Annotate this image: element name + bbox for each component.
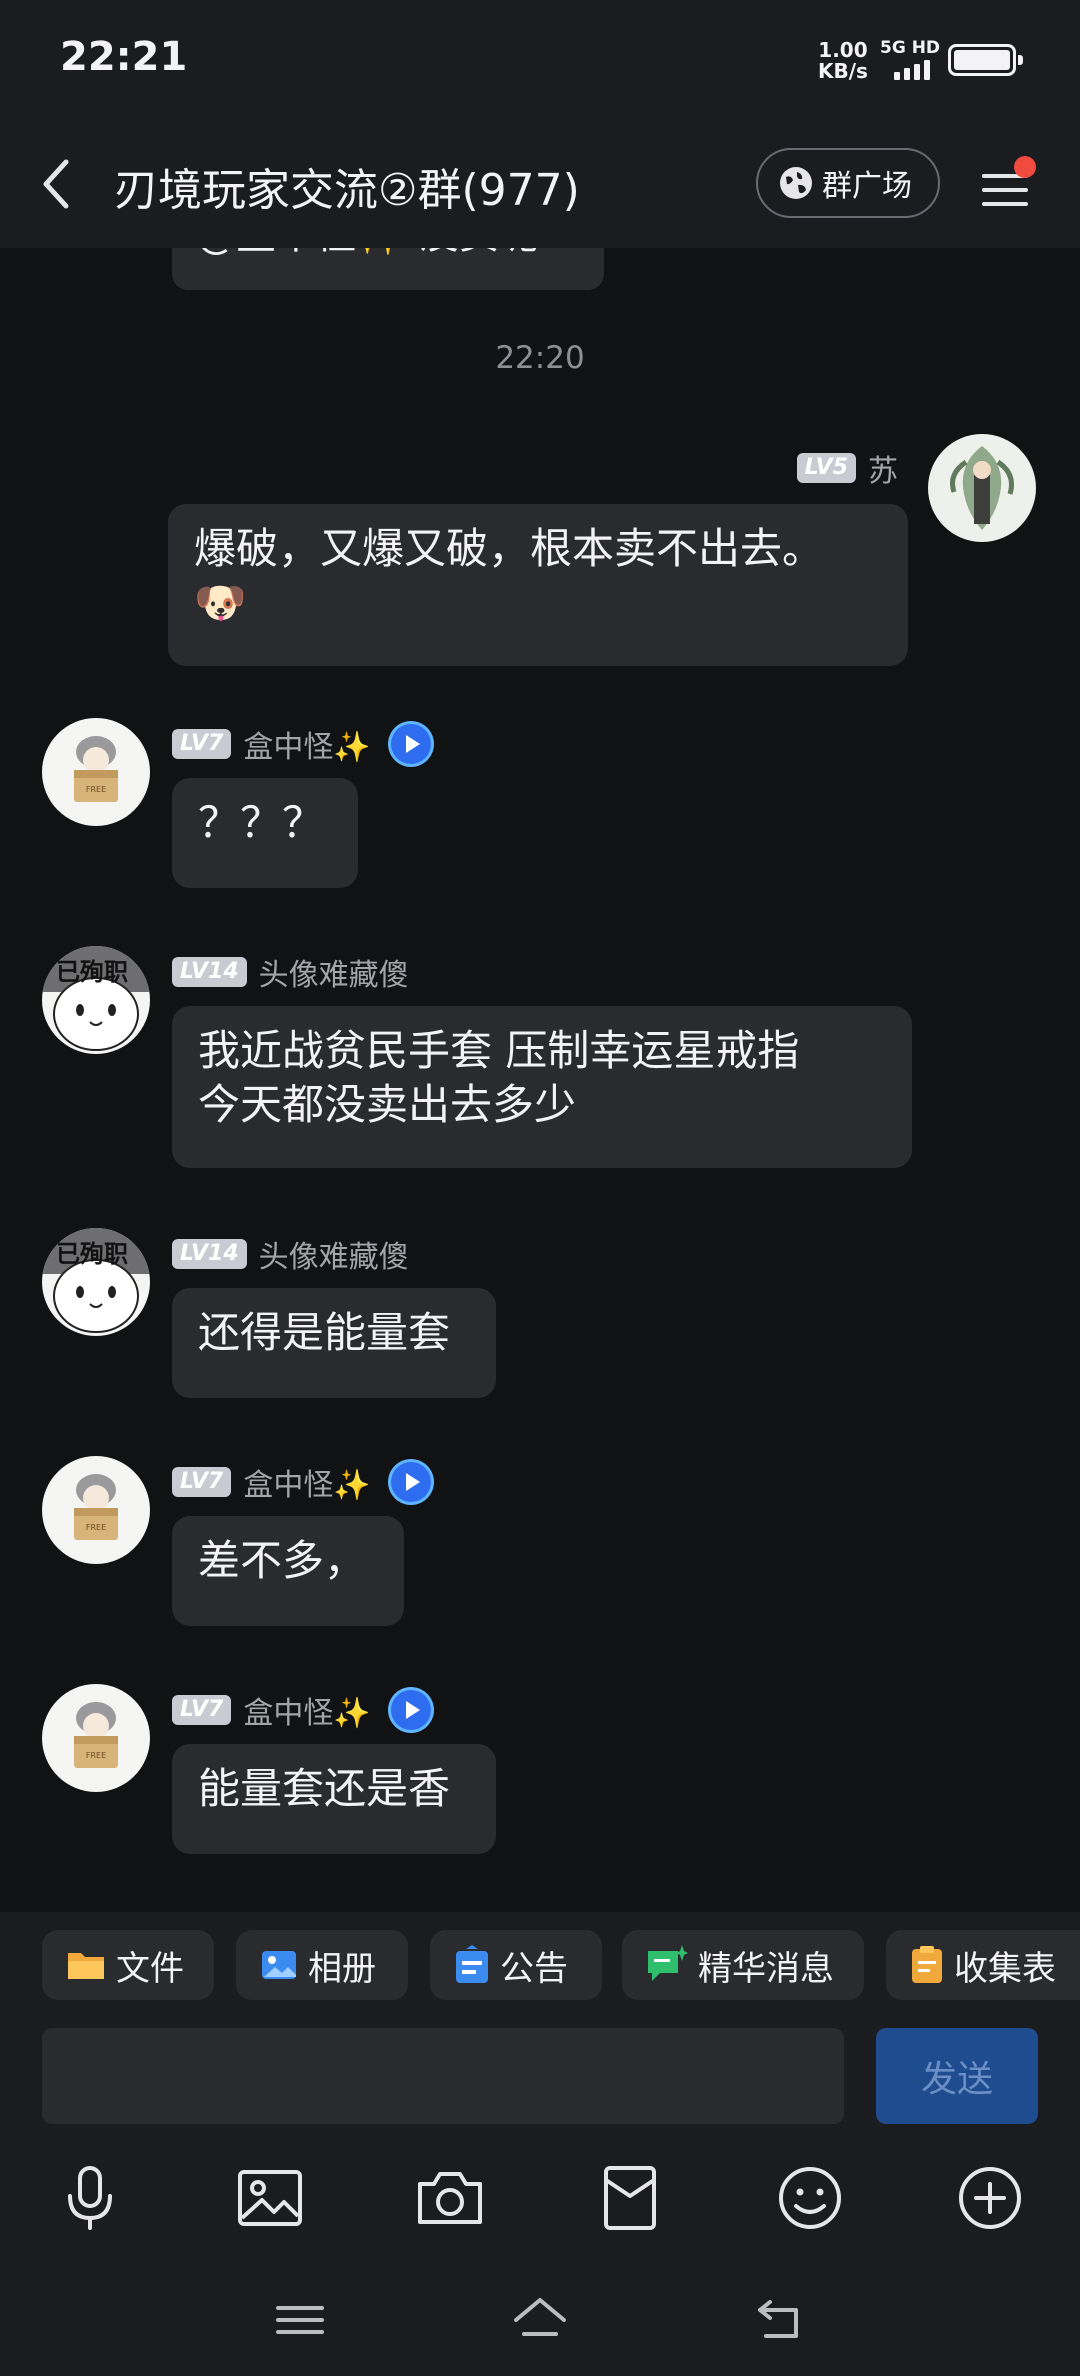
- sender-row: LV7 盒中怪✨: [172, 1462, 431, 1503]
- level-badge: LV7: [172, 1695, 232, 1725]
- message-bubble[interactable]: 还得是能量套: [172, 1288, 496, 1398]
- chip-announcement[interactable]: 公告: [430, 1930, 602, 2000]
- svg-text:FREE: FREE: [86, 1751, 106, 1760]
- system-nav-bar: [0, 2258, 1080, 2376]
- plus-circle-icon[interactable]: [954, 2162, 1026, 2234]
- sender-row: LV14 头像难藏傻: [172, 1236, 409, 1275]
- send-button[interactable]: 发送: [876, 2028, 1038, 2124]
- menu-button[interactable]: [976, 156, 1040, 216]
- signal-icon: 5G HD: [878, 38, 941, 82]
- camera-icon[interactable]: [414, 2162, 486, 2234]
- svg-text:FREE: FREE: [86, 785, 106, 794]
- avatar[interactable]: FREE: [42, 1684, 150, 1792]
- net-speed-unit: KB/s: [818, 59, 868, 83]
- chip-album[interactable]: 相册: [236, 1930, 408, 2000]
- message-bubble[interactable]: ？？？: [172, 778, 358, 888]
- back-nav-icon[interactable]: [752, 2294, 808, 2346]
- message-timestamp: 22:20: [495, 340, 585, 376]
- chip-highlights-label: 精华消息: [698, 1948, 834, 1989]
- album-icon: [262, 1951, 296, 1979]
- quick-action-bar: 文件 相册 公告 精华消息 收集表: [0, 1912, 1080, 2022]
- chip-collection-form-label: 收集表: [954, 1948, 1056, 1989]
- announcement-icon: [456, 1945, 488, 1983]
- battery-icon: [948, 44, 1023, 76]
- avatar-image: FREE: [74, 1474, 118, 1540]
- play-badge-icon[interactable]: [390, 724, 431, 764]
- message-input[interactable]: [42, 2028, 844, 2124]
- sender-name[interactable]: 头像难藏傻: [259, 950, 409, 994]
- svg-text:FREE: FREE: [86, 1523, 106, 1532]
- folder-icon: [68, 1953, 104, 1979]
- recent-apps-icon[interactable]: [272, 2294, 328, 2346]
- chip-album-label: 相册: [308, 1948, 376, 1989]
- home-icon[interactable]: [512, 2294, 568, 2346]
- avatar-caption: 已殉职: [56, 1240, 128, 1268]
- level-badge: LV7: [172, 1467, 232, 1497]
- net-speed-value: 1.00: [818, 38, 868, 62]
- avatar-image: FREE: [74, 736, 118, 802]
- back-icon[interactable]: [36, 154, 80, 214]
- input-tools-row: [0, 2134, 1080, 2258]
- red-packet-icon[interactable]: [594, 2162, 666, 2234]
- avatar-image: FREE: [74, 1702, 118, 1768]
- level-badge: LV14: [172, 957, 247, 987]
- chip-files[interactable]: 文件: [42, 1930, 214, 2000]
- clipboard-icon: [912, 1946, 942, 1983]
- chat-header: 刃境玩家交流②群(977) 群广场: [0, 120, 1080, 248]
- avatar[interactable]: 已殉职: [42, 946, 150, 1054]
- level-badge: LV7: [172, 729, 232, 759]
- sender-row: LV5 苏: [796, 450, 898, 489]
- sender-row: LV7 盒中怪✨: [172, 1690, 431, 1731]
- sender-name[interactable]: 盒中怪✨: [243, 722, 370, 766]
- image-icon[interactable]: [234, 2162, 306, 2234]
- message-bubble[interactable]: 爆破，又爆又破，根本卖不出去。 🐶: [168, 504, 908, 666]
- group-square-label: 群广场: [822, 169, 912, 204]
- partial-message-bubble[interactable]: @盒中怪✨ 没卖呢: [172, 248, 604, 290]
- network-label: 5G HD: [880, 38, 941, 58]
- partial-message-text: @盒中怪✨ 没卖呢: [196, 248, 539, 260]
- microphone-icon[interactable]: [54, 2162, 126, 2234]
- status-time: 22:21: [60, 34, 188, 80]
- chip-announcement-label: 公告: [500, 1948, 568, 1989]
- group-title: 刃境玩家交流②群(977): [114, 165, 580, 216]
- group-square-button[interactable]: 群广场: [756, 148, 940, 218]
- message-bubble[interactable]: 我近战贫民手套 压制幸运星戒指 今天都没卖出去多少: [172, 1006, 912, 1168]
- sender-name[interactable]: 盒中怪✨: [243, 1688, 370, 1732]
- chip-highlights[interactable]: 精华消息: [622, 1930, 864, 2000]
- avatar[interactable]: FREE: [42, 1456, 150, 1564]
- input-row: 发送: [0, 2022, 1080, 2134]
- chip-files-label: 文件: [116, 1948, 184, 1989]
- sender-name[interactable]: 盒中怪✨: [243, 1460, 370, 1504]
- message-bubble[interactable]: 能量套还是香: [172, 1744, 496, 1854]
- level-badge: LV14: [172, 1239, 247, 1269]
- avatar[interactable]: [928, 434, 1036, 542]
- sender-name[interactable]: 头像难藏傻: [259, 1232, 409, 1276]
- message-bubble[interactable]: 差不多，: [172, 1516, 404, 1626]
- avatar[interactable]: FREE: [42, 718, 150, 826]
- chip-collection-form[interactable]: 收集表: [886, 1930, 1080, 2000]
- chat-list[interactable]: @盒中怪✨ 没卖呢 22:20 LV5 苏 爆破，又爆又破，根本卖不出去。 🐶: [0, 248, 1080, 1912]
- sender-name[interactable]: 苏: [868, 446, 898, 490]
- play-badge-icon[interactable]: [390, 1690, 431, 1730]
- sender-row: LV14 头像难藏傻: [172, 954, 409, 993]
- avatar-caption: 已殉职: [56, 958, 128, 986]
- highlights-icon: [648, 1945, 688, 1981]
- net-speed: 1.00 KB/s: [818, 40, 868, 82]
- status-bar: 22:21 1.00 KB/s 5G HD: [0, 0, 1080, 120]
- play-badge-icon[interactable]: [390, 1462, 431, 1502]
- avatar[interactable]: 已殉职: [42, 1228, 150, 1336]
- emoji-icon[interactable]: [774, 2162, 846, 2234]
- sender-row: LV7 盒中怪✨: [172, 724, 431, 765]
- notification-dot: [1014, 156, 1036, 178]
- avatar-image: [950, 446, 1014, 530]
- level-badge: LV5: [796, 453, 856, 483]
- globe-icon: [780, 167, 812, 199]
